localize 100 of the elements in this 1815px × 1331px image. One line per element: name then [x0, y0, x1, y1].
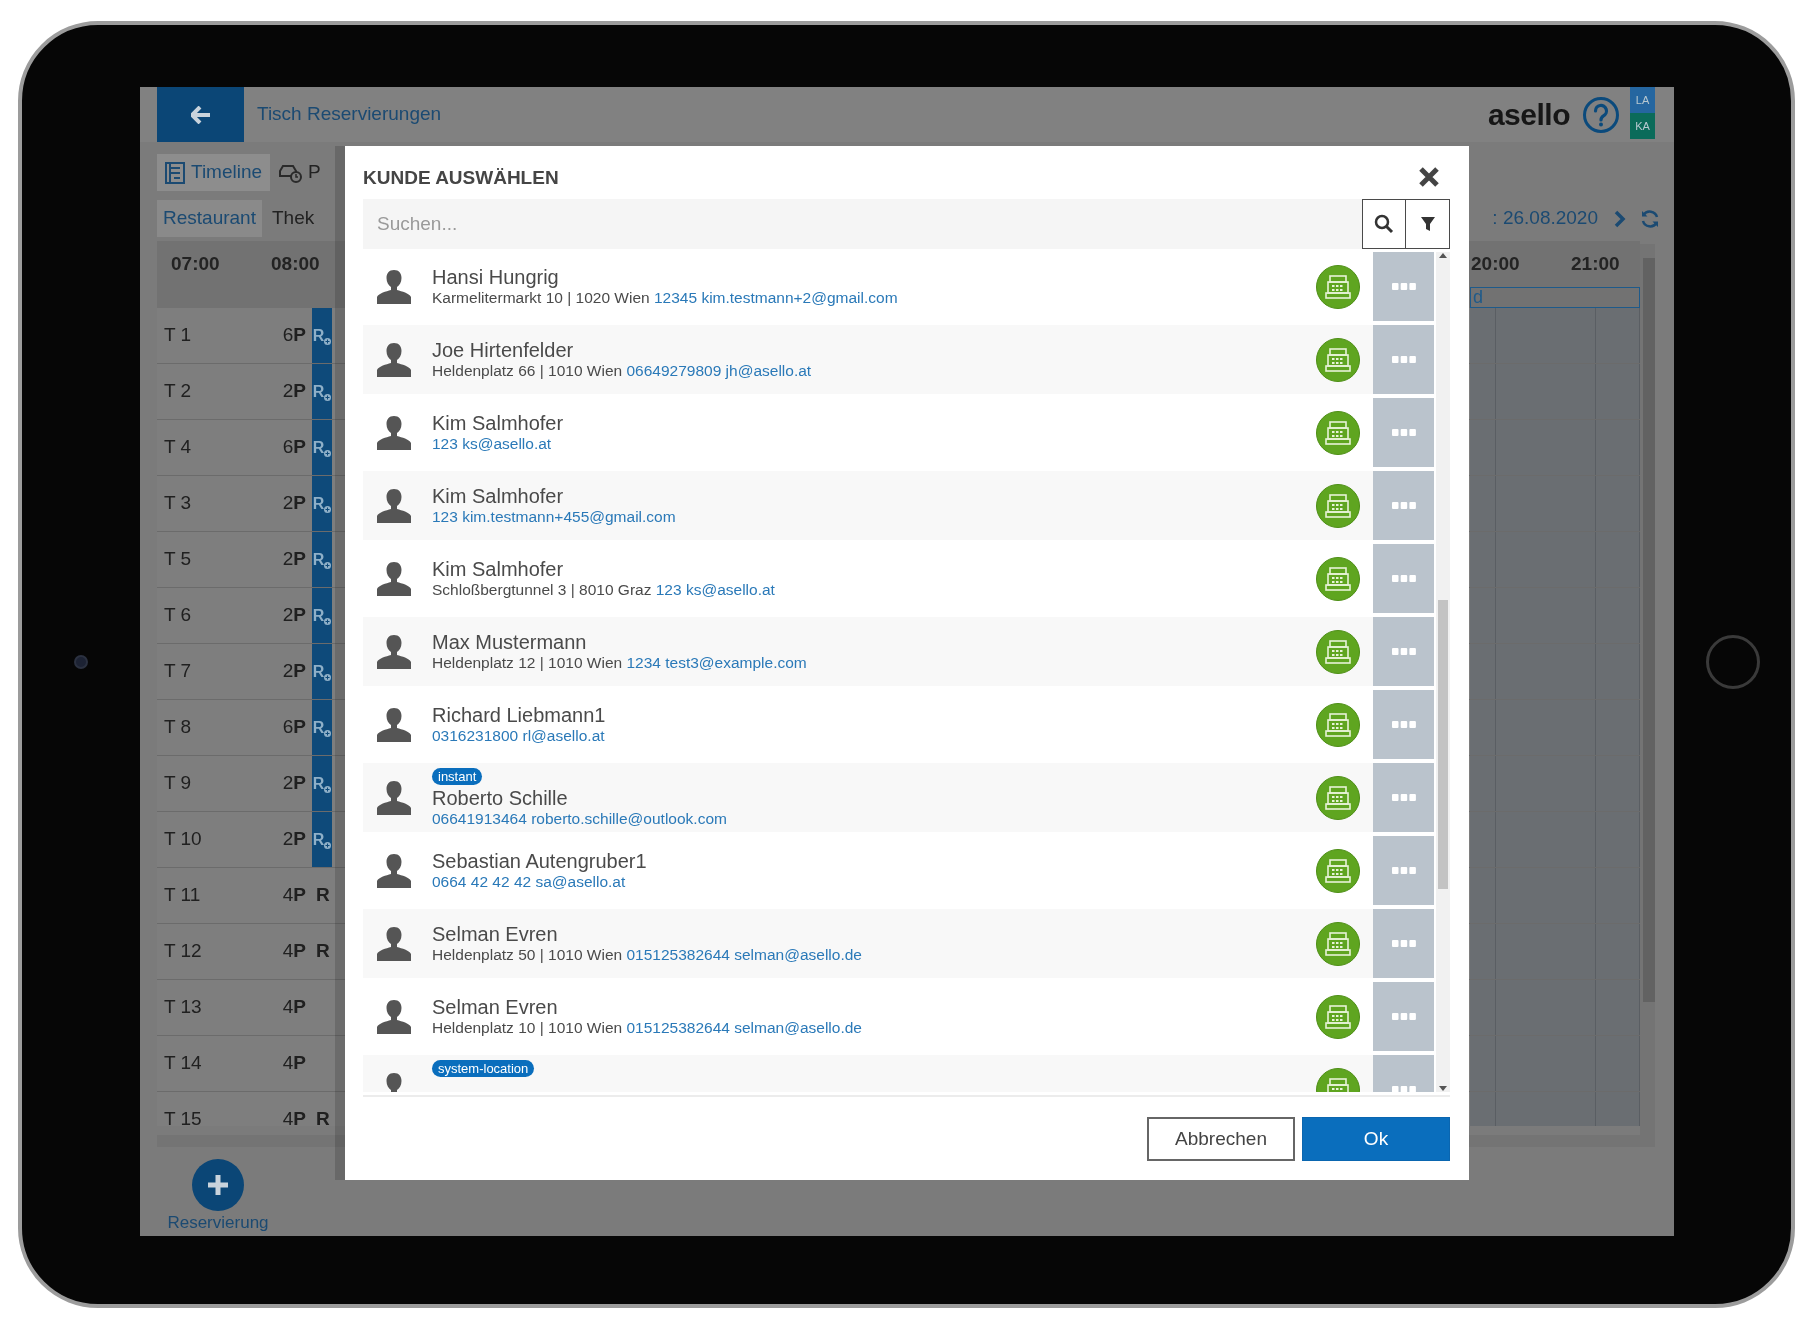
customer-contact[interactable]: 123 kim.testmann+455@gmail.com [432, 508, 676, 525]
customer-contact[interactable]: 015125382644 selman@asello.de [626, 946, 862, 963]
customer-row[interactable]: Max Mustermann Heldenplatz 12 | 1010 Wien 1234 test3@example.com [363, 617, 1434, 686]
seat-count: 4P [282, 995, 306, 1020]
reservation-marker[interactable]: R [312, 588, 332, 643]
register-button[interactable] [1316, 702, 1360, 747]
register-button[interactable] [1316, 264, 1360, 309]
brand-logo: asello [1487, 97, 1570, 133]
user-avatar[interactable]: KA [1630, 113, 1655, 139]
more-button[interactable] [1373, 836, 1434, 905]
more-dots-icon [1391, 282, 1416, 291]
more-dots-icon [1391, 1012, 1416, 1021]
register-button[interactable] [1316, 337, 1360, 382]
ok-button[interactable]: Ok [1302, 1117, 1450, 1161]
person-icon [375, 341, 413, 378]
cancel-button[interactable]: Abbrechen [1147, 1117, 1295, 1161]
customer-contact[interactable]: 12345 kim.testmann+2@gmail.com [654, 289, 898, 306]
help-icon[interactable] [1582, 95, 1620, 134]
back-button[interactable] [157, 87, 244, 142]
register-button[interactable] [1316, 921, 1360, 966]
add-button[interactable] [192, 1159, 244, 1211]
more-button[interactable] [1373, 909, 1434, 978]
customer-contact[interactable]: 123 ks@asello.at [432, 435, 552, 452]
cash-register-icon [1324, 857, 1352, 884]
register-button[interactable] [1316, 556, 1360, 601]
plus-circle-icon [324, 842, 332, 849]
more-button[interactable] [1373, 690, 1434, 759]
plus-circle-icon [324, 450, 332, 457]
home-button[interactable] [1705, 634, 1760, 689]
reservation-marker[interactable]: R [312, 700, 332, 755]
marker-letter: R [312, 717, 325, 738]
customer-contact[interactable]: 015125382644 selman@asello.de [626, 1019, 862, 1036]
table-name: T 6 [164, 603, 192, 628]
refresh-icon[interactable] [1640, 208, 1660, 229]
table-name: T 15 [164, 1107, 202, 1126]
chevron-right-icon[interactable] [1614, 209, 1626, 228]
marker-letter: R [312, 493, 325, 514]
reservation-marker[interactable]: R [312, 532, 332, 587]
customer-contact[interactable]: 06641913464 roberto.schille@outlook.com [432, 810, 727, 827]
page-title: Tisch Reservierungen [257, 102, 442, 127]
cash-register-icon [1324, 565, 1352, 592]
customer-row[interactable]: Joe Hirtenfelder Heldenplatz 66 | 1010 Wien 06649279809 jh@asello.at [363, 325, 1434, 394]
search-field[interactable]: Suchen... [363, 199, 1362, 249]
register-button[interactable] [1316, 410, 1360, 455]
customer-contact[interactable]: 123 ks@asello.at [655, 581, 775, 598]
table-name: T 3 [164, 491, 192, 516]
customer-contact[interactable]: 06649279809 jh@asello.at [626, 362, 812, 379]
more-dots-icon [1391, 939, 1416, 948]
scroll-thumb[interactable] [1643, 258, 1655, 1002]
table-name: T 7 [164, 659, 192, 684]
register-button[interactable] [1316, 994, 1360, 1039]
user-avatar[interactable]: LA [1630, 87, 1655, 113]
reservation-marker[interactable]: R [312, 308, 332, 363]
more-dots-icon [1391, 355, 1416, 364]
area-tab[interactable]: Restaurant [157, 200, 262, 237]
table-name: T 14 [164, 1051, 202, 1076]
more-button[interactable] [1373, 617, 1434, 686]
customer-name: Sebastian Autengruber1 [432, 849, 647, 873]
reservation-marker[interactable]: R [312, 476, 332, 531]
view-tab[interactable]: Timeline [157, 154, 271, 191]
customer-row[interactable]: Selman Evren Heldenplatz 50 | 1010 Wien 015125382644 selman@asello.de [363, 909, 1434, 978]
customer-contact[interactable]: 1234 test3@example.com [626, 654, 807, 671]
seat-count: 4P [282, 1107, 306, 1126]
more-button[interactable] [1373, 471, 1434, 540]
reservation-marker[interactable]: R [312, 420, 332, 475]
person-icon [375, 268, 413, 305]
reservation-marker[interactable]: R [312, 812, 332, 867]
register-button[interactable] [1316, 848, 1360, 893]
area-tab[interactable]: Thek [265, 200, 321, 237]
register-button[interactable] [1316, 775, 1360, 820]
customer-name: Roberto Schille [432, 786, 568, 810]
more-button[interactable] [1373, 325, 1434, 394]
scrollbar[interactable] [1436, 252, 1450, 1092]
customer-row[interactable]: instant Roberto Schille 06641913464 roberto.schille@outlook.com [363, 763, 1434, 832]
search-button[interactable] [1362, 199, 1406, 249]
customer-contact[interactable]: 0664 42 42 42 sa@asello.at [432, 873, 626, 890]
view-tab[interactable]: P [270, 154, 329, 191]
person-icon [375, 414, 413, 451]
filter-icon [1419, 216, 1436, 232]
marker-letter: R [315, 1107, 330, 1126]
register-button[interactable] [1316, 629, 1360, 674]
reservation-marker[interactable]: R [312, 644, 332, 699]
marker-letter: R [312, 381, 325, 402]
customer-row[interactable]: system-location [363, 1055, 1434, 1092]
more-button[interactable] [1373, 544, 1434, 613]
more-dots-icon [1391, 720, 1416, 729]
customer-row[interactable]: Kim Salmhofer 123 kim.testmann+455@gmail.com [363, 471, 1434, 540]
customer-contact[interactable]: 0316231800 rl@asello.at [432, 727, 605, 744]
seat-count: 6P [282, 715, 306, 740]
reservation-marker[interactable]: R [312, 364, 332, 419]
filter-button[interactable] [1406, 199, 1450, 249]
more-button[interactable] [1373, 982, 1434, 1051]
scroll-thumb[interactable] [1438, 600, 1448, 889]
cash-register-icon [1324, 419, 1352, 446]
more-button[interactable] [1373, 398, 1434, 467]
more-button[interactable] [1373, 763, 1434, 832]
plus-circle-icon [324, 506, 332, 513]
reservation-marker[interactable]: R [312, 756, 332, 811]
scrollbar[interactable] [1640, 244, 1655, 1135]
register-button[interactable] [1316, 483, 1360, 528]
